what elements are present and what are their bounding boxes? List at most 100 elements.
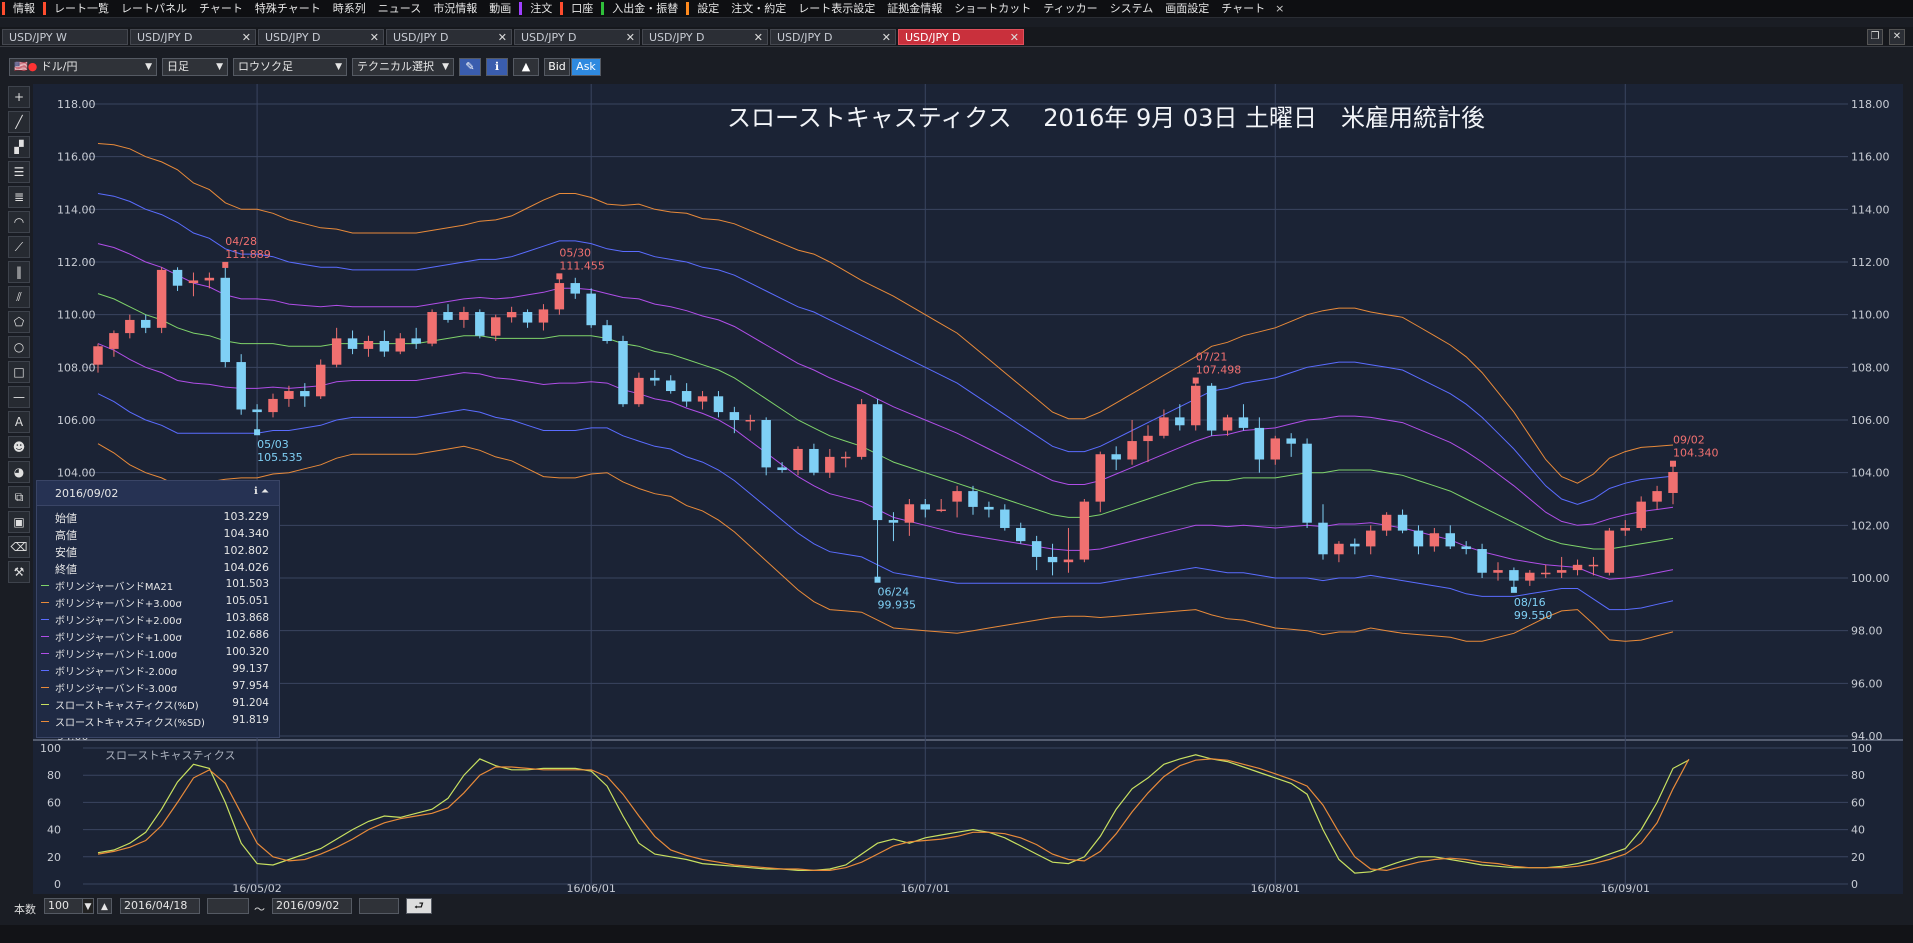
close-window-button[interactable]: ✕ (1889, 29, 1905, 45)
ask-button[interactable]: Ask (571, 58, 601, 76)
crosshair-tool[interactable]: + (8, 86, 30, 108)
menu-item[interactable]: 市況情報 (427, 0, 483, 17)
hline-tool[interactable]: — (8, 386, 30, 408)
pentagon-tool[interactable]: ⬠ (8, 311, 30, 333)
rectangle-tool[interactable]: □ (8, 361, 30, 383)
horizontal-lines-icon: ☰ (13, 165, 25, 179)
lock-tool[interactable]: ▣ (8, 511, 30, 533)
channel-tool[interactable]: ⫽ (8, 286, 30, 308)
menu-item[interactable]: 注文 (524, 0, 558, 17)
candle-body (1652, 491, 1662, 502)
end-time-field[interactable] (359, 898, 399, 914)
start-date-field[interactable]: 2016/04/18 (120, 898, 200, 914)
candle-body (1063, 559, 1074, 563)
y-tick-label-right: 118.00 (1851, 98, 1890, 111)
menu-item[interactable]: 特殊チャート (249, 0, 327, 17)
menu-item[interactable]: 時系列 (327, 0, 372, 17)
close-tab-icon[interactable]: ✕ (370, 30, 379, 46)
menu-item[interactable]: 設定 (691, 0, 725, 17)
menu-item[interactable]: 注文・約定 (725, 0, 792, 17)
chart-tab[interactable]: USD/JPY D ✕ (130, 29, 256, 45)
collapse-icon[interactable]: ⏶ (261, 486, 269, 497)
chart-tab[interactable]: USD/JPY D ✕ (642, 29, 768, 45)
candle-body (1286, 438, 1296, 444)
fan-tool[interactable]: ◠ (8, 211, 30, 233)
vertical-lines-tool[interactable]: ‖ (8, 261, 30, 283)
chevron-up-icon: ▲ (101, 902, 108, 912)
bar-count-dropdown[interactable]: ▼ (82, 898, 94, 914)
chart-tab[interactable]: USD/JPY D ✕ (514, 29, 640, 45)
menu-item[interactable]: 動画 (483, 0, 517, 17)
chart-area[interactable]: 118.00 118.00 116.00 116.00 114.00 114.00 112.… (33, 84, 1903, 894)
menu-item[interactable]: チャート (1215, 0, 1271, 17)
candle-body (570, 283, 580, 294)
candle-body (745, 420, 755, 422)
menu-item[interactable]: チャート (193, 0, 249, 17)
chart-tab[interactable]: USD/JPY D ✕ (258, 29, 384, 45)
data-window-label: ボリンジャーバンド-2.00σ (55, 667, 178, 678)
close-tab-icon[interactable]: ✕ (1010, 30, 1019, 46)
restore-window-button[interactable]: ❐ (1867, 29, 1883, 45)
start-time-field[interactable] (207, 898, 249, 914)
eraser-tool[interactable]: ⌫ (8, 536, 30, 558)
candle-body (634, 377, 644, 405)
chart-tab[interactable]: USD/JPY D ✕ (770, 29, 896, 45)
info-button[interactable]: ℹ (486, 58, 508, 76)
close-tab-icon[interactable]: ✕ (754, 30, 763, 46)
trendline-tool[interactable]: ╱ (8, 111, 30, 133)
chart-tab[interactable]: USD/JPY D ✕ (386, 29, 512, 45)
chart-style-button[interactable]: ▲ (513, 58, 539, 76)
ruler-tool[interactable]: ▞ (8, 136, 30, 158)
menu-item[interactable]: 証拠金情報 (881, 0, 948, 17)
stoch-y-tick-left: 20 (47, 851, 61, 864)
data-window-controls[interactable]: ℹ ⏶ (254, 486, 269, 497)
info-icon[interactable]: ℹ (254, 486, 258, 497)
draw-pen-button[interactable]: ✎ (459, 58, 481, 76)
menu-item[interactable]: 画面設定 (1159, 0, 1215, 17)
chart-tab[interactable]: USD/JPY W (2, 29, 128, 45)
period-select[interactable]: 日足 ▼ (162, 58, 228, 76)
candle-body (236, 362, 246, 410)
menu-item[interactable]: システム (1104, 0, 1160, 17)
copy-tool[interactable]: ⧉ (8, 486, 30, 508)
menu-item[interactable]: レート一覧 (48, 0, 115, 17)
menu-item[interactable]: ショートカット (948, 0, 1037, 17)
extreme-date-label: 09/02 (1673, 434, 1705, 447)
horizontal-lines-tool[interactable]: ☰ (8, 161, 30, 183)
wrench-icon: ⚒ (13, 565, 25, 579)
chevron-down-icon: ▼ (84, 902, 92, 912)
currency-pair-select[interactable]: 🇺🇸● ドル/円 ▼ (9, 58, 157, 76)
menu-item[interactable]: ティッカー (1037, 0, 1103, 17)
chart-tab[interactable]: USD/JPY D ✕ (898, 29, 1024, 45)
drawing-toolbar: + ╱ ▞ ☰ ≣ ◠ ⟋ ‖ ⫽ ⬠ ○ □ — A ☻ ◕ ⧉ ▣ ⌫ ⚒ (8, 86, 30, 586)
close-tab-icon[interactable]: ✕ (882, 30, 891, 46)
menu-close-icon[interactable]: × (1271, 2, 1288, 15)
range-tilde: ～ (254, 903, 265, 916)
close-tab-icon[interactable]: ✕ (498, 30, 507, 46)
close-tab-icon[interactable]: ✕ (242, 30, 251, 46)
chart-type-select[interactable]: ロウソク足 ▼ (233, 58, 347, 76)
settings-tool[interactable]: ⚒ (8, 561, 30, 583)
apply-range-button[interactable]: ⮐ (406, 898, 432, 914)
stoch-y-tick-left: 0 (54, 878, 61, 891)
circle-tool[interactable]: ○ (8, 336, 30, 358)
bid-button[interactable]: Bid (544, 58, 570, 76)
end-date-field[interactable]: 2016/09/02 (272, 898, 352, 914)
text-tool[interactable]: A (8, 411, 30, 433)
menu-item[interactable]: ニュース (372, 0, 427, 17)
candle-body (856, 404, 867, 457)
candle-body (1477, 549, 1487, 573)
menu-item[interactable]: レート表示設定 (792, 0, 881, 17)
icon-tool[interactable]: ☻ (8, 436, 30, 458)
paint-tool[interactable]: ◕ (8, 461, 30, 483)
bar-count-up-button[interactable]: ▲ (97, 898, 112, 914)
menu-item[interactable]: 口座 (565, 0, 599, 17)
menu-item[interactable]: 情報 (7, 0, 41, 17)
technical-select[interactable]: テクニカル選択 ▼ (352, 58, 454, 76)
gann-tool[interactable]: ⟋ (8, 236, 30, 258)
close-tab-icon[interactable]: ✕ (626, 30, 635, 46)
chart-svg[interactable]: 118.00 118.00 116.00 116.00 114.00 114.00 112.… (33, 84, 1903, 894)
menu-item[interactable]: 入出金・振替 (606, 0, 684, 17)
menu-item[interactable]: レートパネル (115, 0, 193, 17)
fibonacci-tool[interactable]: ≣ (8, 186, 30, 208)
